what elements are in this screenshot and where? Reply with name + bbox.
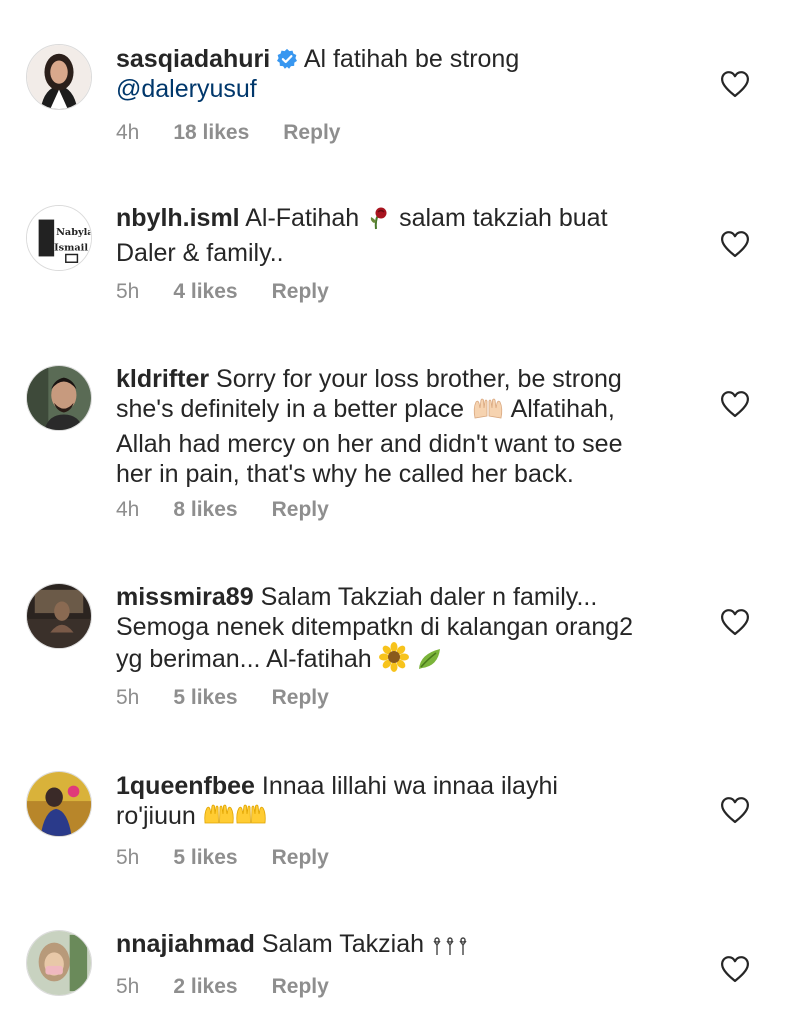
- comment-text: nnajiahmad Salam Takziah: [116, 929, 676, 964]
- raised-hands-emoji: [471, 396, 505, 429]
- open-hands-emoji: [235, 803, 267, 836]
- avatar[interactable]: [26, 44, 92, 110]
- comment-meta: 5h 4 likes Reply: [116, 280, 363, 304]
- comment-body: salam takziah buat: [399, 204, 608, 232]
- tiny-flowers-emoji: [431, 934, 471, 964]
- comment-body: ro'jiuun: [116, 802, 196, 830]
- avatar-logo-text: Ismail: [54, 243, 88, 254]
- timestamp: 4h: [116, 121, 140, 144]
- comment-body: Al fatihah be strong: [303, 45, 520, 73]
- comment-body: yg beriman... Al-fatihah: [116, 645, 372, 673]
- comment-meta: 5h 5 likes Reply: [116, 686, 363, 710]
- likes-count[interactable]: 18 likes: [173, 121, 249, 145]
- username[interactable]: kldrifter: [116, 365, 209, 393]
- avatar[interactable]: Nabylah Ismail: [26, 205, 92, 271]
- timestamp: 5h: [116, 846, 140, 869]
- comment-text: 1queenfbee Innaa lillahi wa innaa ilayhi…: [116, 771, 676, 836]
- wilted-rose-emoji: [366, 205, 392, 238]
- heart-icon[interactable]: [720, 955, 750, 983]
- avatar[interactable]: [26, 365, 92, 431]
- reply-button[interactable]: Reply: [283, 121, 340, 145]
- username[interactable]: nnajiahmad: [116, 930, 255, 958]
- mention-link[interactable]: @daleryusuf: [116, 75, 257, 103]
- timestamp: 5h: [116, 280, 140, 303]
- username[interactable]: sasqiadahuri: [116, 45, 270, 73]
- comment-meta: 4h 8 likes Reply: [116, 498, 363, 522]
- comment-body: Alfatihah,: [510, 395, 615, 423]
- comment-body: Semoga nenek ditempatkn di kalangan oran…: [116, 613, 634, 641]
- comment-text: missmira89 Salam Takziah daler n family.…: [116, 582, 676, 679]
- sunflower-emoji: [378, 642, 409, 679]
- comment-body: Sorry for your loss brother, be strong: [216, 365, 622, 393]
- reply-button[interactable]: Reply: [272, 846, 329, 870]
- avatar[interactable]: [26, 583, 92, 649]
- heart-icon[interactable]: [720, 608, 750, 636]
- comment-body: Allah had mercy on her and didn't want t…: [116, 430, 623, 458]
- reply-button[interactable]: Reply: [272, 975, 329, 999]
- likes-count[interactable]: 2 likes: [173, 975, 237, 999]
- username[interactable]: missmira89: [116, 583, 254, 611]
- comment-body: she's definitely in a better place: [116, 395, 465, 423]
- likes-count[interactable]: 5 likes: [173, 846, 237, 870]
- comment-body: Salam Takziah: [261, 930, 424, 958]
- likes-count[interactable]: 4 likes: [173, 280, 237, 304]
- username[interactable]: 1queenfbee: [116, 772, 255, 800]
- verified-badge-icon: [276, 47, 298, 69]
- avatar[interactable]: [26, 930, 92, 996]
- reply-button[interactable]: Reply: [272, 280, 329, 304]
- leaf-emoji: [416, 646, 444, 679]
- comment-body: her in pain, that's why he called her ba…: [116, 460, 574, 488]
- reply-button[interactable]: Reply: [272, 498, 329, 522]
- avatar-logo-text: Nabylah: [56, 227, 91, 238]
- open-hands-emoji: [203, 803, 235, 836]
- comment-meta: 5h 5 likes Reply: [116, 846, 363, 870]
- comment-text: sasqiadahuri Al fatihah be strong @daler…: [116, 44, 676, 104]
- timestamp: 5h: [116, 975, 140, 998]
- reply-button[interactable]: Reply: [272, 686, 329, 710]
- avatar[interactable]: [26, 771, 92, 837]
- timestamp: 5h: [116, 686, 140, 709]
- comment-body: Daler & family..: [116, 239, 284, 267]
- comment-body: Salam Takziah daler n family...: [260, 583, 598, 611]
- heart-icon[interactable]: [720, 390, 750, 418]
- heart-icon[interactable]: [720, 796, 750, 824]
- timestamp: 4h: [116, 498, 140, 521]
- comment-meta: 5h 2 likes Reply: [116, 975, 363, 999]
- comment-meta: 4h 18 likes Reply: [116, 121, 374, 145]
- comment-text: nbylh.isml Al-Fatihah salam takziah buat…: [116, 203, 676, 268]
- comment-body: Al-Fatihah: [245, 204, 360, 232]
- likes-count[interactable]: 8 likes: [173, 498, 237, 522]
- heart-icon[interactable]: [720, 70, 750, 98]
- username[interactable]: nbylh.isml: [116, 204, 240, 232]
- comment-body: Innaa lillahi wa innaa ilayhi: [261, 772, 558, 800]
- comment-text: kldrifter Sorry for your loss brother, b…: [116, 364, 676, 489]
- heart-icon[interactable]: [720, 230, 750, 258]
- likes-count[interactable]: 5 likes: [173, 686, 237, 710]
